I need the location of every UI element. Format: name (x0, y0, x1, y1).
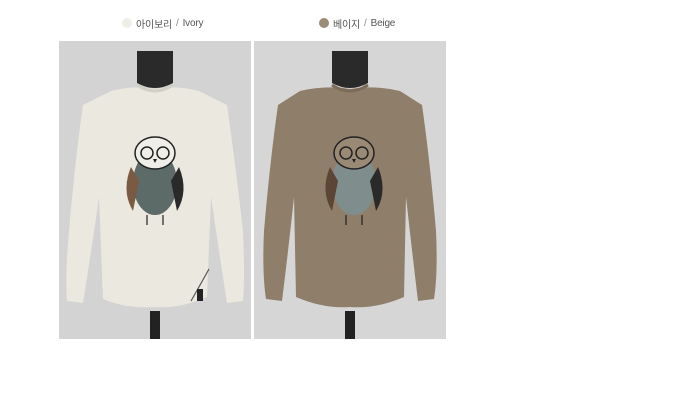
ivory-swatch (122, 18, 132, 28)
beige-label-ko: 베이지 (333, 19, 360, 31)
label-separator: / (176, 17, 179, 29)
label-separator: / (364, 17, 367, 29)
beige-sweatshirt-image (254, 41, 446, 339)
ivory-sweatshirt-image (59, 41, 251, 339)
color-option-ivory[interactable]: 아이보리 / Ivory (122, 15, 203, 31)
ivory-label-ko: 아이보리 (136, 19, 172, 31)
beige-label-en: Beige (370, 17, 396, 29)
ivory-label-en: Ivory (182, 17, 204, 29)
color-option-beige[interactable]: 베이지 / Beige (319, 15, 395, 31)
beige-swatch (319, 18, 329, 28)
